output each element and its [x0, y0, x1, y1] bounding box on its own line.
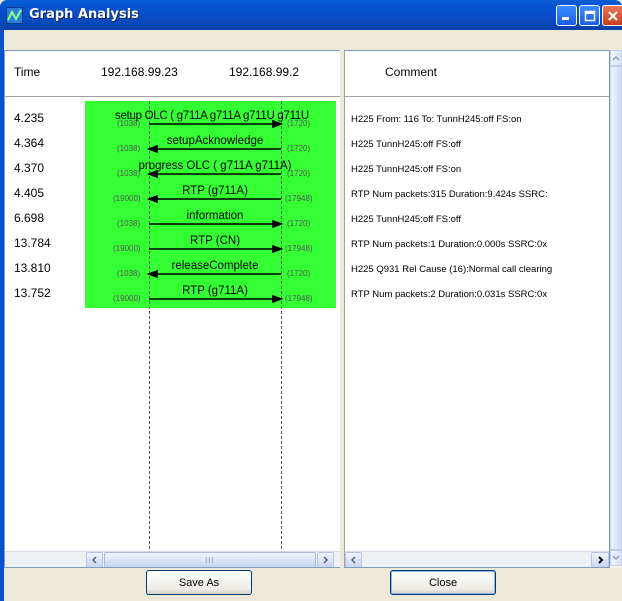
scroll-left-button[interactable] — [345, 552, 362, 567]
vertical-scroll-thumb[interactable] — [610, 66, 622, 550]
chevron-right-icon — [323, 556, 329, 564]
comment-cell: H225 TunnH245:off FS:off — [351, 214, 462, 225]
chevron-up-icon — [612, 55, 620, 61]
port-label-b: (1720) — [287, 144, 311, 153]
scroll-thumb[interactable]: III — [104, 552, 316, 567]
port-label-b: (17948) — [285, 194, 313, 203]
port-label-b: (1720) — [287, 119, 311, 128]
graph-horizontal-scrollbar[interactable]: III — [5, 551, 340, 567]
minimize-button[interactable] — [556, 5, 577, 26]
maximize-icon — [584, 10, 595, 21]
comment-horizontal-scrollbar[interactable] — [345, 551, 609, 567]
comment-pane[interactable]: Comment H225 From: 116 To: TunnH245:off … — [344, 50, 610, 568]
port-label-a: (19000) — [113, 244, 141, 253]
port-label-b: (1720) — [287, 219, 311, 228]
comment-cell: H225 From: 116 To: TunnH245:off FS:on — [351, 114, 522, 125]
comment-cell: H225 TunnH245:off FS:on — [351, 164, 462, 175]
comment-cell: RTP Num packets:2 Duration:0.031s SSRC:0… — [351, 289, 548, 300]
message-label[interactable]: RTP (g711A) — [149, 185, 281, 197]
message-label[interactable]: RTP (CN) — [149, 235, 281, 247]
header-divider — [345, 96, 609, 97]
port-label-b: (1720) — [287, 269, 311, 278]
minimize-icon — [562, 17, 569, 20]
chevron-right-icon — [597, 556, 603, 564]
port-label-b: (1720) — [287, 169, 311, 178]
comment-cell: RTP Num packets:315 Duration:9.424s SSRC… — [351, 189, 548, 200]
message-label[interactable]: RTP (g711A) — [149, 285, 281, 297]
comment-cell: H225 Q931 Rel Cause (16):Normal call cle… — [351, 264, 553, 275]
scroll-down-button[interactable] — [610, 550, 622, 566]
graph-app-icon — [6, 7, 23, 24]
chevron-left-icon — [350, 556, 356, 564]
message-label[interactable]: information — [149, 210, 281, 222]
port-label-a: (1038) — [117, 219, 141, 228]
window-title: Graph Analysis — [29, 7, 139, 22]
scroll-right-button[interactable] — [317, 552, 334, 567]
port-label-b: (17948) — [285, 294, 313, 303]
port-label-a: (1038) — [117, 119, 141, 128]
port-label-a: (1038) — [117, 144, 141, 153]
close-button[interactable]: Close — [390, 570, 496, 595]
title-bar[interactable]: Graph Analysis — [0, 0, 622, 30]
vertical-scrollbar[interactable] — [610, 50, 622, 568]
scroll-left-button[interactable] — [86, 552, 103, 567]
scroll-up-button[interactable] — [610, 50, 622, 66]
comment-column-header: Comment — [385, 65, 438, 79]
scroll-right-button[interactable] — [591, 552, 609, 567]
port-label-b: (17948) — [285, 244, 313, 253]
save-as-button[interactable]: Save As — [146, 570, 252, 595]
chevron-left-icon — [91, 556, 97, 564]
message-label[interactable]: progress OLC ( g711A g711A) — [115, 160, 315, 172]
comment-cell: RTP Num packets:1 Duration:0.000s SSRC:0… — [351, 239, 548, 250]
message-label[interactable]: setupAcknowledge — [149, 135, 281, 147]
port-label-a: (1038) — [117, 269, 141, 278]
chevron-down-icon — [612, 555, 620, 561]
port-label-a: (19000) — [113, 194, 141, 203]
comment-cell: H225 TunnH245:off FS:off — [351, 139, 462, 150]
close-icon — [607, 10, 618, 21]
graph-pane[interactable]: Time 192.168.99.23 192.168.99.2 4.235 4.… — [4, 50, 340, 568]
maximize-button[interactable] — [579, 5, 600, 26]
message-label[interactable]: releaseComplete — [149, 260, 281, 272]
close-window-button[interactable] — [602, 5, 622, 26]
port-label-a: (19000) — [113, 294, 141, 303]
port-label-a: (1038) — [117, 169, 141, 178]
